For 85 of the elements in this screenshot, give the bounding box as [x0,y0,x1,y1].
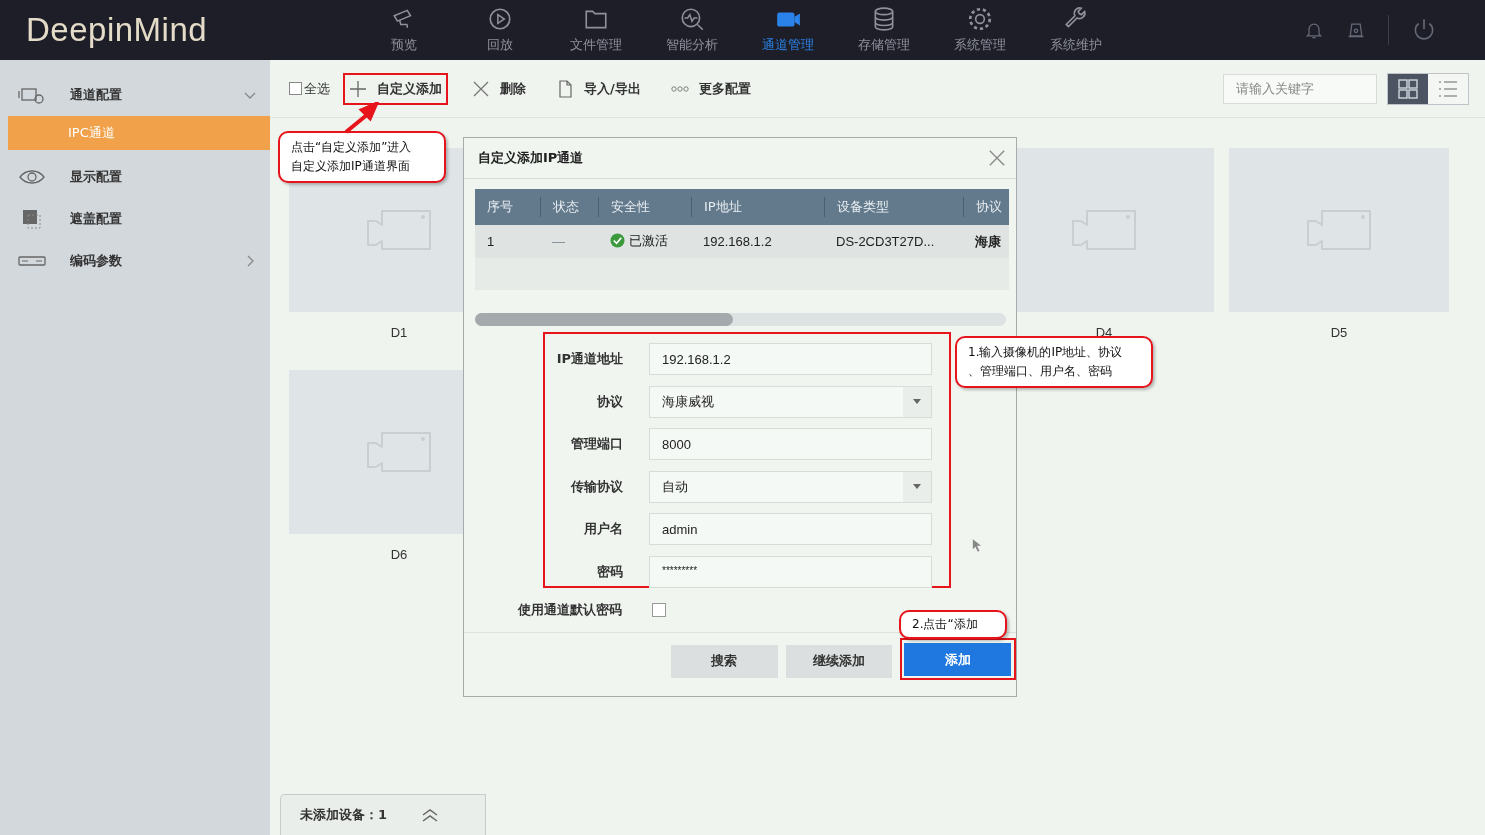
checkbox-label: 使用通道默认密码 [516,601,622,619]
double-chevron-up-icon [421,808,440,822]
callout-text: 自定义添加IP通道界面 [291,158,411,175]
field-label: 传输协议 [569,477,623,496]
table-cell-text: 192.168.1.2 [702,234,773,249]
list-icon [1438,78,1458,99]
nav-tab[interactable]: 预览 [356,6,452,54]
sidebar-item[interactable]: 显示配置 [0,156,270,198]
select-all-checkbox[interactable]: 全选 [289,79,330,98]
plus-icon [349,79,367,98]
table-cell-text: — [551,234,566,249]
column-header[interactable]: 序号 [475,197,540,217]
list-view-button[interactable] [1428,73,1468,104]
field-label: 协议 [596,392,623,411]
field-label: 管理端口 [570,435,623,454]
table-cell-text: 1 [486,234,496,249]
channel-label: D6 [389,547,409,562]
nav-tab[interactable]: 系统管理 [932,6,1028,54]
grid-view-button[interactable] [1388,73,1428,104]
nav-tab[interactable]: 存储管理 [836,6,932,54]
channel-tile[interactable] [1229,148,1449,312]
import-export-button[interactable]: 导入/导出 [550,72,647,105]
channel-label: D1 [389,325,409,340]
sidebar-label: 遮盖配置 [70,210,122,228]
callout-text: 、管理端口、用户名、密码 [968,363,1113,380]
nav-tab[interactable]: 通道管理 [740,6,836,54]
nav-tab[interactable]: 回放 [452,6,548,54]
nav-tab[interactable]: 智能分析 [644,6,740,54]
document-icon [556,79,574,98]
callout-text: 点击“自定义添加”进入 [291,139,413,156]
search-field[interactable]: 请输入关键字 [1223,73,1377,104]
caret-icon [913,484,921,490]
add-button[interactable]: 添加 [904,643,1011,676]
nav-tab[interactable]: 系统维护 [1028,6,1124,54]
field-label: IP通道地址 [555,350,623,369]
eye-icon [18,167,46,187]
column-header[interactable]: 协议 [963,197,1009,217]
cursor-icon [972,538,982,552]
callout-text: 2.点击“添加 [912,616,979,633]
close-icon [472,79,490,98]
table-cell-text: 海康 [974,232,1002,251]
input-field[interactable]: 8000 [649,428,932,461]
tab-label: 未添加设备：1 [300,806,388,824]
password-field[interactable]: ********* [649,555,932,588]
nav-tab[interactable]: 文件管理 [548,6,644,54]
dialog-title: 自定义添加IP通道 [478,149,584,167]
input-field[interactable]: admin [649,513,932,546]
table-cell-text: DS-2CD3T27D... [835,234,936,249]
input-field[interactable]: 192.168.1.2 [649,343,932,376]
sidebar-label: 显示配置 [70,168,122,186]
close-icon[interactable] [988,149,1006,167]
check-icon [610,233,625,249]
sidebar-item[interactable]: 通道配置 [0,74,270,116]
table-row[interactable]: 1 — 已激活 192.168.1.2 DS-2CD3T27D... 海康 [475,225,1009,258]
field-label: 用户名 [583,520,623,539]
dots-icon [670,85,689,92]
channel-label: D5 [1329,325,1349,340]
grid-icon [1398,78,1418,99]
gear-icon [967,6,993,32]
unadded-devices-tab[interactable]: 未添加设备：1 [280,794,486,835]
sidebar-label: 编码参数 [70,252,122,270]
scrollbar[interactable] [475,313,1006,326]
security-status: 已激活 [629,231,668,250]
playback-icon [487,6,513,32]
column-header[interactable]: 设备类型 [824,197,963,217]
caret-icon [913,399,921,405]
column-header[interactable]: 安全性 [598,197,691,217]
column-header[interactable]: 状态 [540,197,598,217]
dialog-button[interactable]: 继续添加 [785,644,892,678]
dialog-button[interactable]: 搜索 [671,644,778,678]
analysis-icon [679,6,705,32]
delete-button[interactable]: 删除 [466,72,532,105]
checkbox[interactable] [652,603,666,617]
sidebar-item[interactable]: 编码参数 [0,240,270,282]
more-button[interactable]: 更多配置 [664,72,757,105]
sidebar-item[interactable]: 遮盖配置 [0,198,270,240]
camera-settings-icon [18,85,46,105]
sidebar-label: 通道配置 [70,86,122,104]
add-button[interactable]: 自定义添加 [343,72,448,105]
dropdown[interactable]: 自动 [649,470,932,503]
dropdown[interactable]: 海康威视 [649,385,932,418]
logo: DeepinMind [25,11,209,49]
field-label: 密码 [596,562,623,581]
column-header[interactable]: IP地址 [691,197,824,217]
callout-text: 1.输入摄像机的IP地址、协议 [968,344,1124,361]
